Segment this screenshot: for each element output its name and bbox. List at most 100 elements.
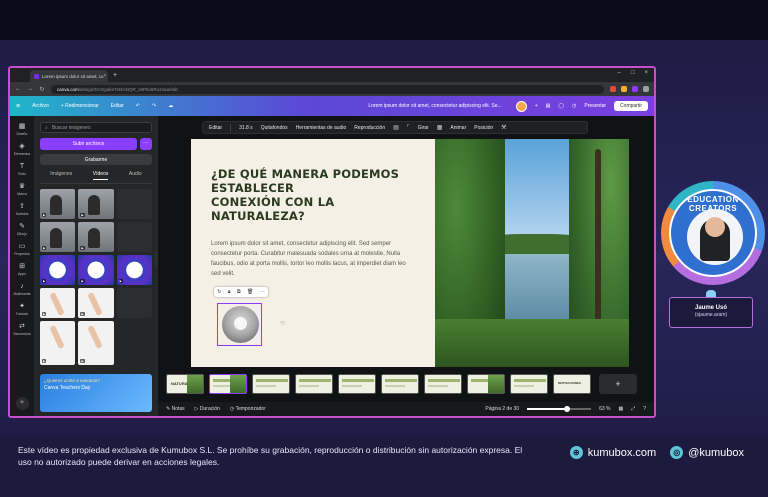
browser-tab[interactable]: Lorem ipsum dolor sit amet, co × (30, 70, 108, 82)
video-thumbnail[interactable]: ▶ (78, 321, 114, 365)
tab-audio[interactable]: Audio (129, 171, 142, 180)
duration-button[interactable]: 31.8 s (239, 125, 253, 131)
timer-button[interactable]: ◷ Temporizador (230, 406, 266, 412)
audio-tools-button[interactable]: Herramientas de audio (296, 125, 347, 131)
animate-button[interactable]: Animar (450, 125, 466, 131)
extension-icon[interactable] (610, 86, 616, 92)
promo-card[interactable]: ¿Quieres unirte a nosotros? Canva Teache… (40, 374, 152, 412)
rail-item-apps[interactable]: ⊞ Apps (18, 262, 27, 276)
slide-title[interactable]: ¿DE QUÉ MANERA PODEMOS ESTABLECER CONEXI… (211, 167, 415, 223)
page-thumbnail-9[interactable] (510, 374, 548, 394)
help-question-icon[interactable]: ? (643, 406, 646, 412)
undo-icon[interactable]: ↶ (136, 103, 140, 109)
refresh-icon[interactable]: ↻ (217, 289, 221, 295)
minimize-icon[interactable]: – (618, 70, 621, 76)
profile-icon[interactable] (643, 86, 649, 92)
zoom-level[interactable]: 63 % (599, 406, 610, 412)
grid-view-icon[interactable]: ▦ (618, 406, 623, 412)
remove-background-button[interactable]: Quitafondos (261, 125, 288, 131)
user-avatar[interactable] (515, 100, 527, 112)
new-tab-icon[interactable]: + (113, 72, 117, 79)
close-window-icon[interactable]: × (644, 70, 648, 76)
page-indicator[interactable]: Página 2 de 30 (485, 406, 519, 412)
cloud-save-icon[interactable]: ☁ (168, 103, 173, 109)
menu-redimensionar[interactable]: + Redimensionar (61, 103, 99, 109)
video-thumbnail[interactable]: ▶ (40, 255, 76, 285)
page-thumbnail-4[interactable] (295, 374, 333, 394)
video-thumbnail[interactable]: ▶ (78, 288, 114, 318)
position-button[interactable]: Posición (474, 125, 493, 131)
page-thumbnail-3[interactable] (252, 374, 290, 394)
slide-body-text[interactable]: Lorem ipsum dolor sit amet, consectetur … (211, 239, 411, 279)
record-yourself-button[interactable]: Grabarme (40, 154, 152, 165)
selected-video-element[interactable]: ↻ 🔒︎ ⧉ 🗑︎ ··· ⟲ (214, 287, 285, 346)
rail-item-draw[interactable]: ✎ Dibujo (17, 222, 27, 236)
redo-icon[interactable]: ↷ (152, 103, 156, 109)
extension-icon[interactable] (632, 86, 638, 92)
video-thumbnail[interactable]: ▶ (40, 189, 76, 219)
rail-item-sync[interactable]: ⇄ Sincronizar (13, 322, 31, 336)
video-thumbnail[interactable]: ▶ (78, 255, 114, 285)
extension-icon[interactable] (621, 86, 627, 92)
video-thumbnail[interactable]: ▶ (116, 255, 152, 285)
rail-item-design[interactable]: ▦ Diseño (17, 122, 28, 136)
help-icon[interactable]: ✧ (15, 397, 29, 410)
playback-button[interactable]: Reproducción (354, 125, 385, 131)
video-thumbnail[interactable]: ▶ (40, 321, 76, 365)
zoom-slider-knob[interactable] (564, 406, 571, 412)
duration-status-button[interactable]: ▷ Duración (195, 406, 220, 412)
fullscreen-icon[interactable]: ⤢ (631, 406, 635, 412)
comments-icon[interactable]: ◯ (558, 103, 564, 109)
video-thumbnail[interactable]: ▶ (40, 222, 76, 252)
back-icon[interactable]: ← (15, 86, 21, 92)
border-style-icon[interactable]: ▤ (393, 124, 399, 131)
zoom-slider[interactable] (527, 406, 592, 412)
maximize-icon[interactable]: □ (631, 70, 635, 76)
rail-item-magic[interactable]: ✦ Traducir (16, 302, 29, 316)
corner-rounding-icon[interactable]: ⌜ (407, 124, 410, 131)
upload-more-button[interactable]: ··· (140, 138, 152, 150)
menu-editar[interactable]: Editar (111, 103, 124, 109)
page-thumbnail-2[interactable] (209, 374, 247, 394)
document-title[interactable]: Lorem ipsum dolor sit amet, consectetur … (368, 103, 501, 109)
instagram-link[interactable]: ◎ @kumubox (670, 446, 744, 459)
page-thumbnail-1[interactable]: NATURALEZA (166, 374, 204, 394)
paint-format-icon[interactable]: ⚒ (501, 124, 506, 131)
edit-video-button[interactable]: Editar (209, 125, 222, 131)
add-collaborator-icon[interactable]: + (535, 103, 538, 109)
timer-icon[interactable]: ◷ (572, 103, 576, 109)
video-thumbnail[interactable]: ▶ (78, 222, 114, 252)
page-thumbnail-8[interactable] (467, 374, 505, 394)
page-thumbnail-10[interactable]: MOTIVACIONES (553, 374, 591, 394)
share-button[interactable]: Compartir (614, 101, 648, 111)
lock-icon[interactable]: 🔒︎ (228, 289, 231, 295)
url-field[interactable]: canva.com /design/DAGgalIe7eD/xNQR_s5Pbo… (51, 84, 604, 94)
rail-item-multimedia[interactable]: ♪ Multimedia (14, 282, 31, 296)
tab-images[interactable]: Imágenes (50, 171, 72, 180)
present-button[interactable]: Presentar (584, 103, 606, 109)
video-thumbnail[interactable]: ▶ (78, 189, 114, 219)
rail-item-brand[interactable]: ♛ Marca (17, 182, 27, 196)
forward-icon[interactable]: → (27, 86, 33, 92)
notes-button[interactable]: ✎ Notas (166, 406, 185, 412)
add-page-button[interactable]: + (599, 374, 637, 394)
rail-item-text[interactable]: T Texto (18, 162, 27, 176)
duplicate-icon[interactable]: ⧉ (237, 289, 241, 295)
rotate-handle-icon[interactable]: ⟲ (280, 320, 285, 327)
page-thumbnail-7[interactable] (424, 374, 462, 394)
grid-icon[interactable]: ▦ (437, 124, 443, 131)
insights-icon[interactable]: ▤ (546, 103, 551, 109)
rotate-button[interactable]: Girar (418, 125, 429, 131)
more-options-icon[interactable]: ··· (260, 289, 265, 295)
video-thumbnail[interactable]: ▶ (40, 288, 76, 318)
hamburger-menu-icon[interactable]: ≡ (16, 103, 20, 110)
page-thumbnail-6[interactable] (381, 374, 419, 394)
delete-icon[interactable]: 🗑︎ (247, 289, 253, 295)
menu-archivo[interactable]: Archivo (32, 103, 49, 109)
rail-item-elements[interactable]: ◈ Elementos (14, 142, 31, 156)
website-link[interactable]: ⊕ kumubox.com (569, 446, 656, 459)
lake-photo[interactable] (435, 139, 629, 367)
webcam-video-circle[interactable] (222, 306, 259, 343)
upload-files-button[interactable]: Subir archivos (40, 138, 137, 150)
rail-item-uploads[interactable]: ⇪ Subidos (16, 202, 29, 216)
